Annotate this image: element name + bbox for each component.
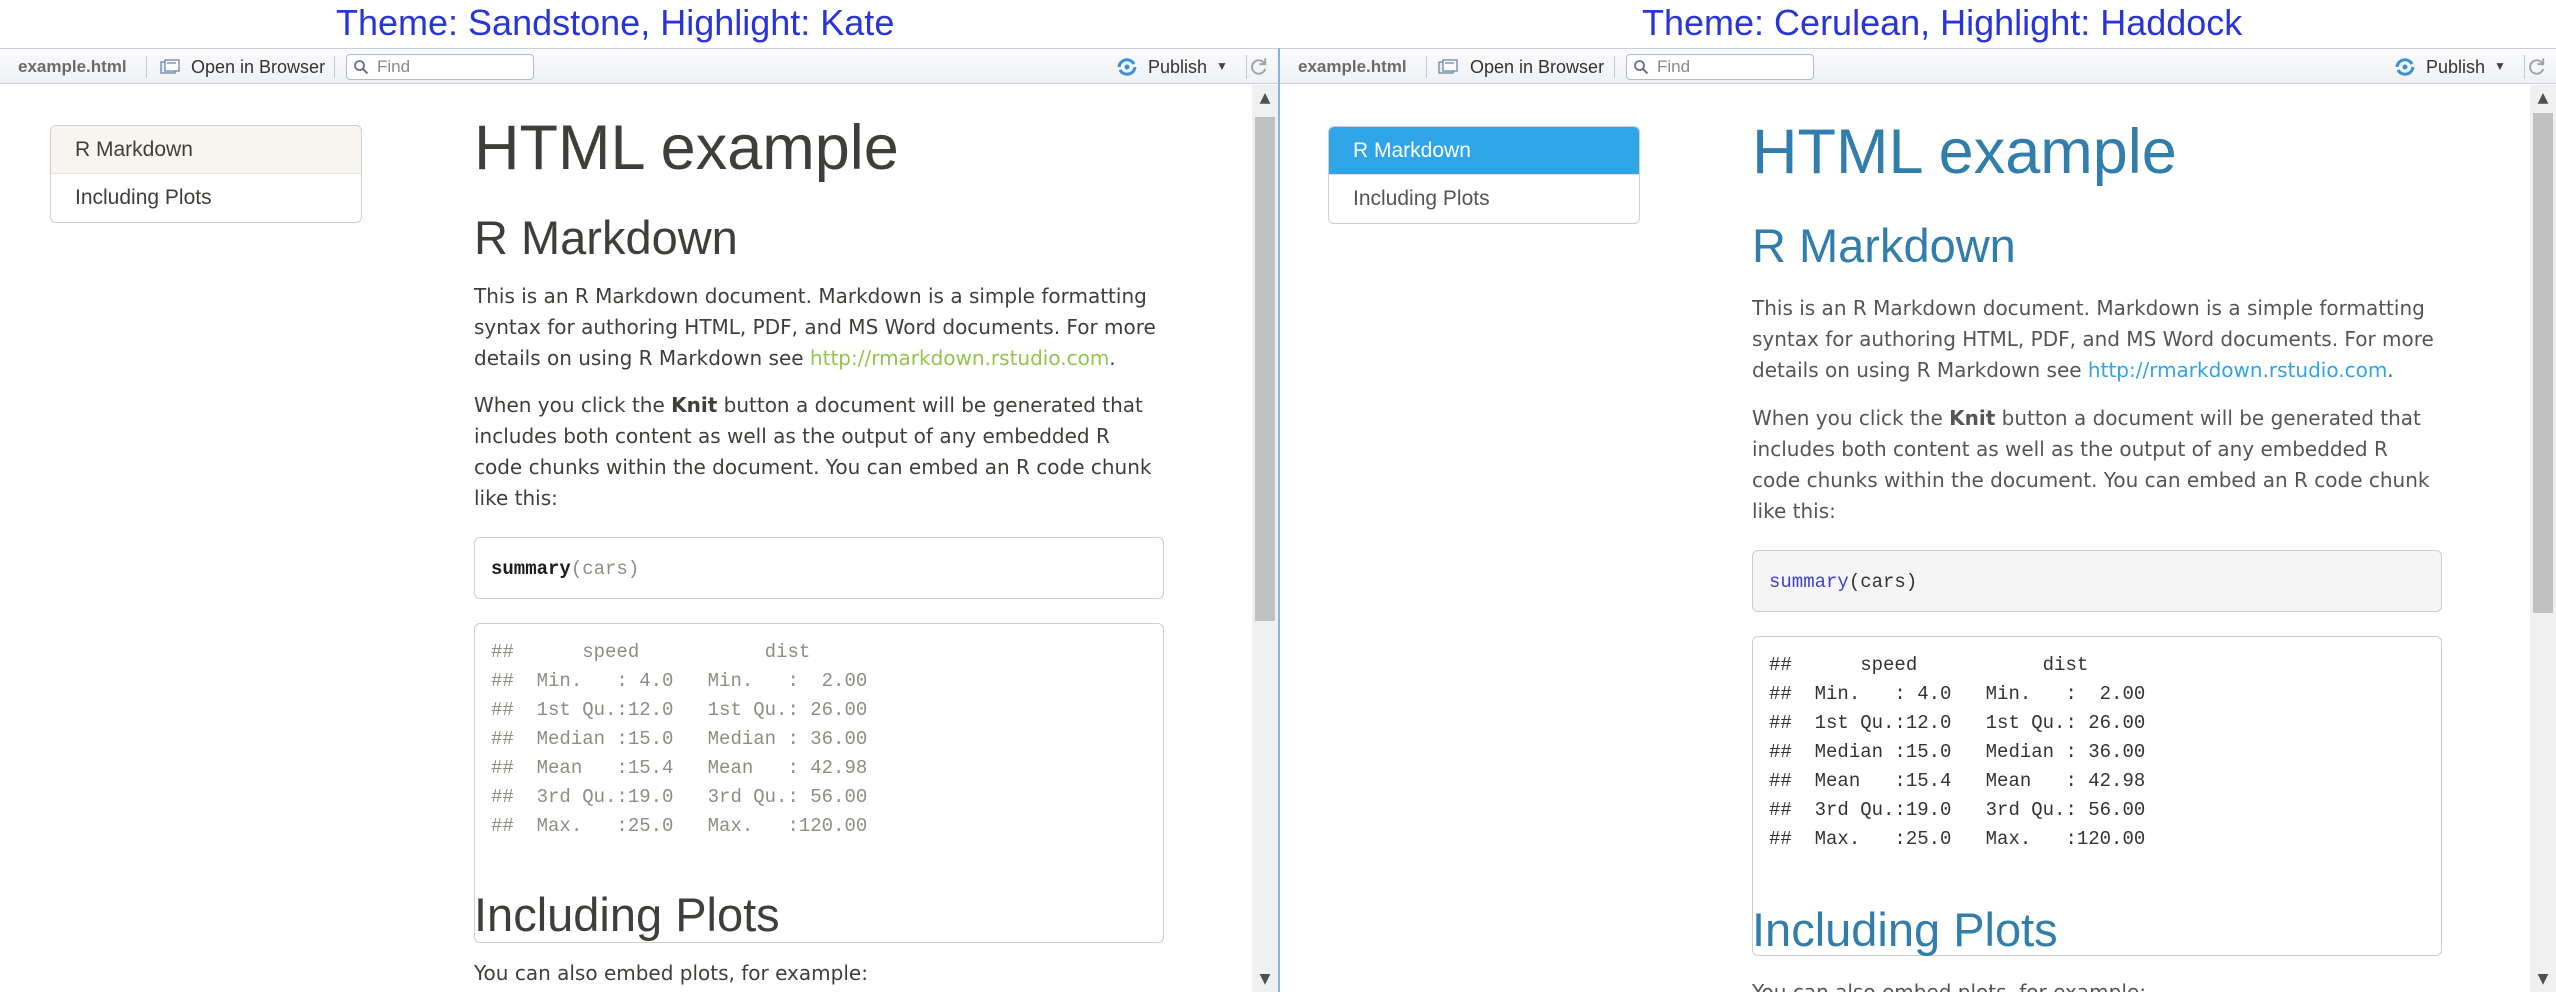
find-input[interactable] <box>377 56 527 78</box>
knit-bold-text: Knit <box>1949 406 1996 430</box>
viewer-content: R Markdown Including Plots HTML example … <box>1280 85 2556 992</box>
output-line: ## speed dist <box>491 641 891 663</box>
publish-button[interactable]: Publish <box>2426 57 2485 78</box>
rmarkdown-link[interactable]: http://rmarkdown.rstudio.com <box>2088 358 2387 382</box>
section-heading-r-markdown: R Markdown <box>474 211 738 264</box>
publish-icon[interactable] <box>1116 57 1138 77</box>
publish-button[interactable]: Publish <box>1148 57 1207 78</box>
code-args: (cars) <box>1848 571 1918 593</box>
paragraph-intro-end: . <box>2387 358 2394 382</box>
refresh-icon[interactable] <box>1246 55 1270 79</box>
open-in-browser-icon[interactable] <box>160 59 180 75</box>
scroll-up-arrow-icon[interactable]: ▲ <box>1252 85 1278 111</box>
toolbar-separator <box>146 56 147 78</box>
viewer-toolbar: example.html Open in Browser Publish ▼ <box>0 48 1278 84</box>
scroll-down-arrow-icon[interactable]: ▼ <box>1252 966 1278 992</box>
output-line: ## Min. : 4.0 Min. : 2.00 <box>1769 683 2169 705</box>
output-line: ## 1st Qu.:12.0 1st Qu.: 26.00 <box>1769 712 2169 734</box>
open-in-browser-icon[interactable] <box>1438 59 1458 75</box>
section-heading-r-markdown: R Markdown <box>1752 219 2016 272</box>
open-in-browser-button[interactable]: Open in Browser <box>191 57 325 78</box>
document-body: HTML example R Markdown This is an R Mar… <box>1752 85 2442 992</box>
toc-item-including-plots[interactable]: Including Plots <box>51 174 361 222</box>
search-icon <box>354 60 369 75</box>
page-title: HTML example <box>1752 117 2177 187</box>
paragraph-knit: When you click the Knit button a documen… <box>474 390 1164 514</box>
paragraph-knit: When you click the Knit button a documen… <box>1752 403 2442 527</box>
output-line: ## Median :15.0 Median : 36.00 <box>491 728 891 750</box>
output-line: ## speed dist <box>1769 654 2169 676</box>
output-line: ## Mean :15.4 Mean : 42.98 <box>1769 770 2169 792</box>
toc-item-including-plots[interactable]: Including Plots <box>1329 175 1639 223</box>
scroll-up-arrow-icon[interactable]: ▲ <box>2530 85 2556 111</box>
chevron-down-icon[interactable]: ▼ <box>1216 59 1228 73</box>
toolbar-separator <box>1614 56 1615 78</box>
toc-item-r-markdown[interactable]: R Markdown <box>51 126 361 174</box>
code-function: summary <box>1769 571 1849 593</box>
paragraph-knit-before: When you click the <box>1752 406 1950 430</box>
section-heading-including-plots: Including Plots <box>1752 903 2058 956</box>
output-line: ## Max. :25.0 Max. :120.00 <box>491 815 891 837</box>
scroll-thumb[interactable] <box>1255 117 1275 621</box>
viewer-pane-cerulean: Theme: Cerulean, Highlight: Haddock exam… <box>1280 0 2556 992</box>
toolbar-separator <box>334 56 335 78</box>
paragraph-knit-before: When you click the <box>474 393 672 417</box>
viewer-toolbar: example.html Open in Browser Publish ▼ <box>1280 48 2556 84</box>
section-heading-including-plots: Including Plots <box>474 888 780 941</box>
paragraph-plots: You can also embed plots, for example: <box>1752 980 2146 992</box>
scroll-down-arrow-icon[interactable]: ▼ <box>2530 966 2556 992</box>
toolbar-separator <box>1426 56 1427 78</box>
output-line: ## Min. : 4.0 Min. : 2.00 <box>491 670 891 692</box>
file-name-label: example.html <box>18 57 127 76</box>
search-icon <box>1634 60 1649 75</box>
viewer-content: R Markdown Including Plots HTML example … <box>0 85 1278 992</box>
table-of-contents: R Markdown Including Plots <box>50 125 362 223</box>
chevron-down-icon[interactable]: ▼ <box>2494 59 2506 73</box>
publish-icon[interactable] <box>2394 57 2416 77</box>
find-box[interactable] <box>1626 54 1814 80</box>
output-line: ## 1st Qu.:12.0 1st Qu.: 26.00 <box>491 699 891 721</box>
open-in-browser-button[interactable]: Open in Browser <box>1470 57 1604 78</box>
viewer-pane-sandstone: Theme: Sandstone, Highlight: Kate exampl… <box>0 0 1278 992</box>
output-line: ## 3rd Qu.:19.0 3rd Qu.: 56.00 <box>491 786 891 808</box>
rmarkdown-link[interactable]: http://rmarkdown.rstudio.com <box>810 346 1109 370</box>
paragraph-intro-end: . <box>1109 346 1116 370</box>
theme-title: Theme: Sandstone, Highlight: Kate <box>336 2 895 43</box>
file-name-label: example.html <box>1298 57 1407 76</box>
output-line: ## Median :15.0 Median : 36.00 <box>1769 741 2169 763</box>
paragraph-plots: You can also embed plots, for example: <box>474 961 868 985</box>
code-chunk: summary(cars) <box>474 537 1164 599</box>
code-function: summary <box>491 558 571 580</box>
page-title: HTML example <box>474 113 899 183</box>
refresh-icon[interactable] <box>2524 55 2548 79</box>
find-box[interactable] <box>346 54 534 80</box>
paragraph-intro: This is an R Markdown document. Markdown… <box>474 281 1164 374</box>
code-args: (cars) <box>570 558 640 580</box>
code-chunk: summary(cars) <box>1752 550 2442 612</box>
output-line: ## 3rd Qu.:19.0 3rd Qu.: 56.00 <box>1769 799 2169 821</box>
toc-item-r-markdown[interactable]: R Markdown <box>1329 127 1639 175</box>
output-line: ## Mean :15.4 Mean : 42.98 <box>491 757 891 779</box>
vertical-scrollbar[interactable]: ▲ ▼ <box>1252 85 1278 992</box>
knit-bold-text: Knit <box>671 393 718 417</box>
table-of-contents: R Markdown Including Plots <box>1328 126 1640 224</box>
scroll-thumb[interactable] <box>2533 113 2553 613</box>
output-line: ## Max. :25.0 Max. :120.00 <box>1769 828 2169 850</box>
theme-title: Theme: Cerulean, Highlight: Haddock <box>1642 2 2243 43</box>
find-input[interactable] <box>1657 56 1807 78</box>
paragraph-intro: This is an R Markdown document. Markdown… <box>1752 293 2442 386</box>
vertical-scrollbar[interactable]: ▲ ▼ <box>2530 85 2556 992</box>
document-body: HTML example R Markdown This is an R Mar… <box>474 85 1164 992</box>
